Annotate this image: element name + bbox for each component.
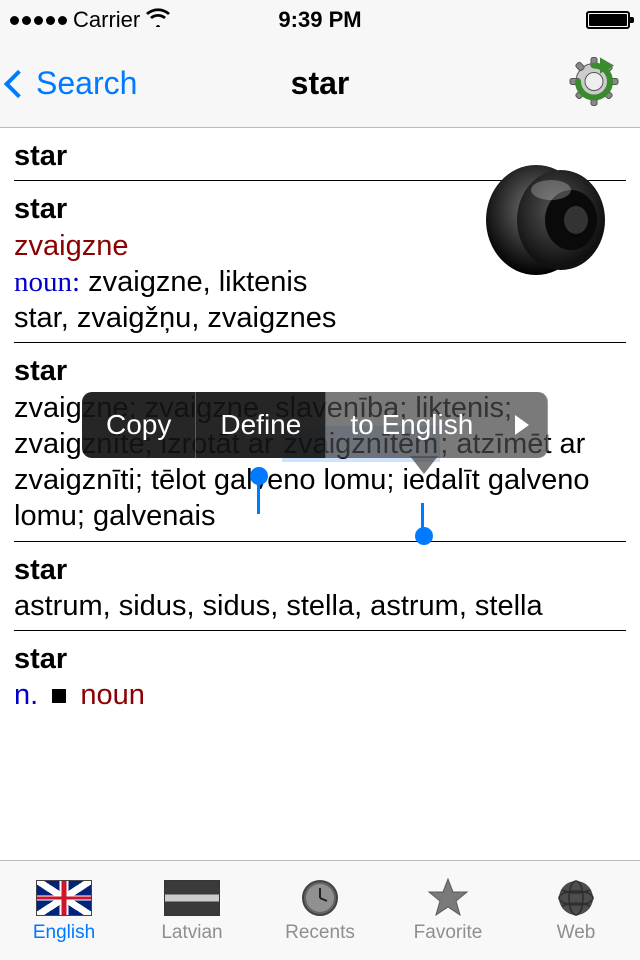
tab-favorite[interactable]: Favorite <box>384 861 512 960</box>
tab-bar: English Latvian Recents Favorite Web <box>0 860 640 960</box>
status-right <box>586 11 630 29</box>
page-title: star <box>291 65 350 102</box>
context-define-button[interactable]: Define <box>196 392 326 458</box>
entry-4: star astrum, sidus, sidus, stella, astru… <box>14 542 626 632</box>
wifi-icon <box>146 6 170 34</box>
tab-label: Latvian <box>161 922 222 944</box>
pos-line: n. noun <box>14 677 626 713</box>
tab-label: Recents <box>285 922 355 944</box>
globe-icon <box>548 878 604 918</box>
pos-label: noun: <box>14 266 80 298</box>
square-icon <box>52 689 66 703</box>
tab-recents[interactable]: Recents <box>256 861 384 960</box>
selection-handle-end[interactable] <box>415 527 433 545</box>
signal-dots-icon <box>10 16 67 25</box>
context-menu: Copy Define to English <box>82 392 548 458</box>
tab-english[interactable]: English <box>0 861 128 960</box>
selection-handle-start[interactable] <box>250 467 268 485</box>
back-label: Search <box>36 65 137 102</box>
context-menu-tail <box>410 456 438 474</box>
flag-en-icon <box>36 878 92 918</box>
flag-lv-icon <box>164 878 220 918</box>
chevron-left-icon <box>4 69 32 97</box>
headword: star <box>14 552 626 588</box>
tab-web[interactable]: Web <box>512 861 640 960</box>
nav-bar: Search star <box>0 40 640 128</box>
status-left: Carrier <box>10 6 170 34</box>
tab-label: Favorite <box>414 922 483 944</box>
body: astrum, sidus, sidus, stella, astrum, st… <box>14 588 626 624</box>
back-button[interactable]: Search <box>0 65 137 102</box>
star-icon <box>420 878 476 918</box>
clock-icon <box>292 878 348 918</box>
pos-word: noun <box>80 679 145 711</box>
tab-label: Web <box>557 922 596 944</box>
context-to-english-button[interactable]: to English <box>326 392 497 458</box>
entry-5: star n. noun <box>14 631 626 720</box>
context-more-button[interactable] <box>497 392 548 458</box>
speaker-icon <box>476 150 616 290</box>
pos-abbrev: n. <box>14 679 38 711</box>
translation-line2: star, zvaigžņu, zvaigznes <box>14 300 626 336</box>
selection-bar-start[interactable] <box>257 480 260 514</box>
carrier-label: Carrier <box>73 7 140 33</box>
tab-label: English <box>33 922 95 944</box>
tab-latvian[interactable]: Latvian <box>128 861 256 960</box>
triangle-right-icon <box>515 415 529 435</box>
clock-label: 9:39 PM <box>278 7 361 33</box>
pos-words: zvaigzne, liktenis <box>80 266 307 298</box>
gear-refresh-icon <box>564 51 624 111</box>
headword: star <box>14 353 626 389</box>
speaker-button[interactable] <box>476 150 616 295</box>
settings-button[interactable] <box>564 51 624 116</box>
status-bar: Carrier 9:39 PM <box>0 0 640 40</box>
headword: star <box>14 641 626 677</box>
battery-icon <box>586 11 630 29</box>
context-copy-button[interactable]: Copy <box>82 392 196 458</box>
